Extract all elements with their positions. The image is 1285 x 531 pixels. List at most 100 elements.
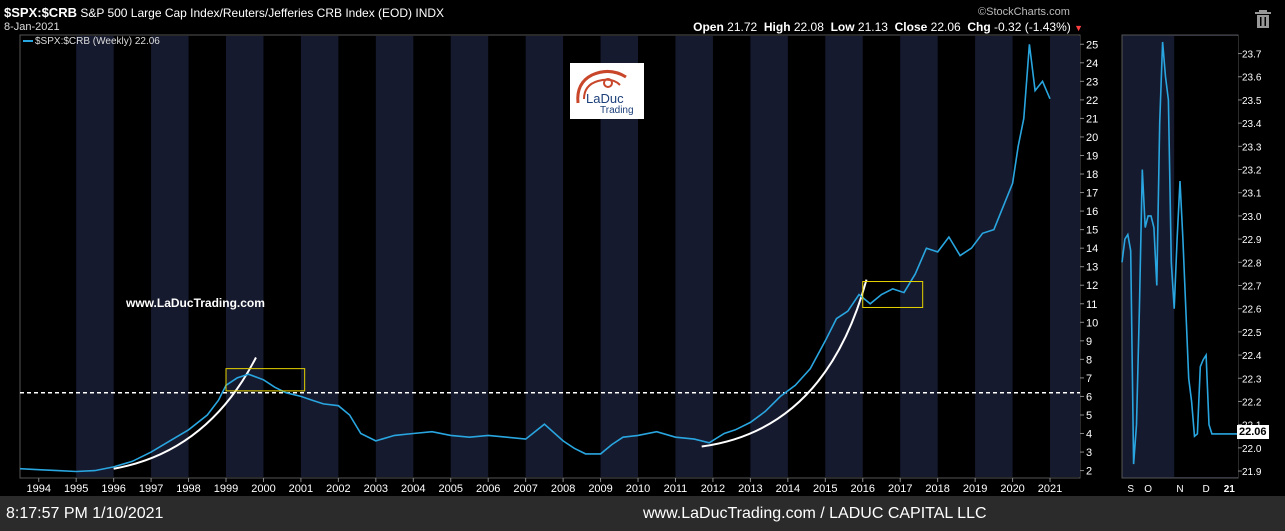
y-tick-label: 24 <box>1086 58 1098 70</box>
year-band <box>151 36 189 477</box>
y-tick-label: 7 <box>1086 373 1092 385</box>
x-tick-label: 2004 <box>401 483 425 495</box>
close-value: 22.06 <box>930 20 961 34</box>
legend-label: $SPX:$CRB (Weekly) 22.06 <box>35 36 160 47</box>
year-band <box>825 36 863 477</box>
low-value: 21.13 <box>857 20 888 34</box>
y-tick-label: 23 <box>1086 76 1098 88</box>
x-tick-label: 2019 <box>963 483 987 495</box>
year-band <box>226 36 264 477</box>
side-x-tick-label: D <box>1202 484 1209 495</box>
site-annotation: www.LaDucTrading.com <box>126 296 265 310</box>
side-y-tick-label: 21.9 <box>1242 467 1262 478</box>
side-y-tick-label: 23.7 <box>1242 50 1262 61</box>
side-y-tick-label: 23.1 <box>1242 189 1262 200</box>
main-x-axis: 1994 1995 1996 1997 1998 1999 2000 2001 2002 2003… <box>26 478 1062 495</box>
symbol-description: S&P 500 Large Cap Index/Reuters/Jefferie… <box>80 6 413 20</box>
side-y-tick-label: 23.4 <box>1242 119 1262 130</box>
x-tick-label: 2010 <box>626 483 650 495</box>
y-tick-label: 10 <box>1086 317 1098 329</box>
y-tick-label: 11 <box>1086 299 1097 311</box>
open-label: Open <box>693 20 724 34</box>
y-tick-label: 21 <box>1086 113 1098 125</box>
y-tick-label: 13 <box>1086 262 1098 274</box>
side-y-tick-label: 22.2 <box>1242 397 1262 408</box>
y-tick-label: 18 <box>1086 169 1098 181</box>
down-arrow-icon: ▼ <box>1074 23 1083 33</box>
last-value-badge: 22.06 <box>1237 425 1269 439</box>
side-y-tick-label: 23.0 <box>1242 212 1262 223</box>
year-band <box>975 36 1013 477</box>
high-value: 22.08 <box>793 20 824 34</box>
y-tick-label: 3 <box>1086 447 1092 459</box>
year-band <box>900 36 938 477</box>
x-tick-label: 1996 <box>101 483 125 495</box>
y-tick-label: 19 <box>1086 150 1098 162</box>
main-y-axis: 2345678910111213141516171819202122232425 <box>1080 39 1098 478</box>
y-tick-label: 4 <box>1086 429 1092 441</box>
x-tick-label: 2008 <box>551 483 575 495</box>
side-x-tick-label: S <box>1127 484 1134 495</box>
y-tick-label: 6 <box>1086 391 1092 403</box>
x-tick-label: 2009 <box>588 483 612 495</box>
y-tick-label: 9 <box>1086 336 1092 348</box>
y-tick-label: 14 <box>1086 243 1098 255</box>
side-y-tick-label: 22.4 <box>1242 351 1262 362</box>
side-x-axis: S O N D 21 <box>1127 484 1235 495</box>
x-tick-label: 2016 <box>851 483 875 495</box>
y-tick-label: 17 <box>1086 188 1098 200</box>
x-tick-label: 2017 <box>888 483 912 495</box>
year-band <box>375 36 414 477</box>
year-band <box>750 36 788 477</box>
symbol: $SPX:$CRB <box>4 5 77 20</box>
high-label: High <box>763 20 791 34</box>
chart-title: $SPX:$CRB S&P 500 Large Cap Index/Reuter… <box>4 5 444 20</box>
x-tick-label: 1999 <box>214 483 238 495</box>
open-value: 21.72 <box>727 20 758 34</box>
year-band <box>300 36 339 477</box>
trash-icon[interactable] <box>1254 9 1272 29</box>
x-tick-label: 2006 <box>476 483 500 495</box>
side-y-tick-label: 23.5 <box>1242 96 1262 107</box>
year-band <box>525 36 564 477</box>
x-tick-label: 2011 <box>664 483 688 495</box>
stockcharts-watermark: ©StockCharts.com <box>978 6 1070 18</box>
footer-timestamp: 8:17:57 PM 1/10/2021 <box>6 505 164 522</box>
side-x-tick-label: O <box>1144 484 1152 495</box>
side-y-tick-label: 22.9 <box>1242 235 1262 246</box>
footer-site: www.LaDucTrading.com / LADUC CAPITAL LLC <box>643 505 987 522</box>
x-tick-label: 2021 <box>1038 483 1062 495</box>
x-tick-label: 2001 <box>289 483 313 495</box>
x-tick-label: 2020 <box>1000 483 1024 495</box>
logo-text-laduc: LaDuc <box>586 91 624 106</box>
year-band <box>450 36 489 477</box>
x-tick-label: 2002 <box>326 483 350 495</box>
year-band <box>675 36 713 477</box>
x-tick-label: 2005 <box>438 483 462 495</box>
side-y-axis: 21.922.022.122.222.322.422.522.622.722.8… <box>1238 50 1262 478</box>
close-label: Close <box>894 20 928 34</box>
side-y-tick-label: 22.8 <box>1242 258 1262 269</box>
side-x-tick-label: 21 <box>1224 484 1236 495</box>
x-tick-label: 2014 <box>776 483 800 495</box>
x-tick-label: 1995 <box>64 483 88 495</box>
side-y-tick-label: 22.7 <box>1242 281 1262 292</box>
chg-label: Chg <box>967 20 991 34</box>
y-tick-label: 5 <box>1086 410 1092 422</box>
x-tick-label: 2003 <box>364 483 388 495</box>
series-legend: $SPX:$CRB (Weekly) 22.06 <box>23 36 160 47</box>
exchange: INDX <box>415 6 445 20</box>
x-tick-label: 1998 <box>176 483 200 495</box>
laduc-logo: LaDuc Trading <box>570 63 644 119</box>
year-band <box>76 36 114 477</box>
x-tick-label: 1994 <box>26 483 50 495</box>
x-tick-label: 1997 <box>139 483 163 495</box>
ohlc-readout: Open 21.72 High 22.08 Low 21.13 Close 22… <box>693 20 1083 34</box>
y-tick-label: 16 <box>1086 206 1098 218</box>
side-y-tick-label: 23.2 <box>1242 166 1262 177</box>
y-tick-label: 8 <box>1086 354 1092 366</box>
y-tick-label: 2 <box>1086 466 1092 478</box>
side-y-tick-label: 22.5 <box>1242 328 1262 339</box>
x-tick-label: 2012 <box>701 483 725 495</box>
side-y-tick-label: 22.0 <box>1242 444 1262 455</box>
